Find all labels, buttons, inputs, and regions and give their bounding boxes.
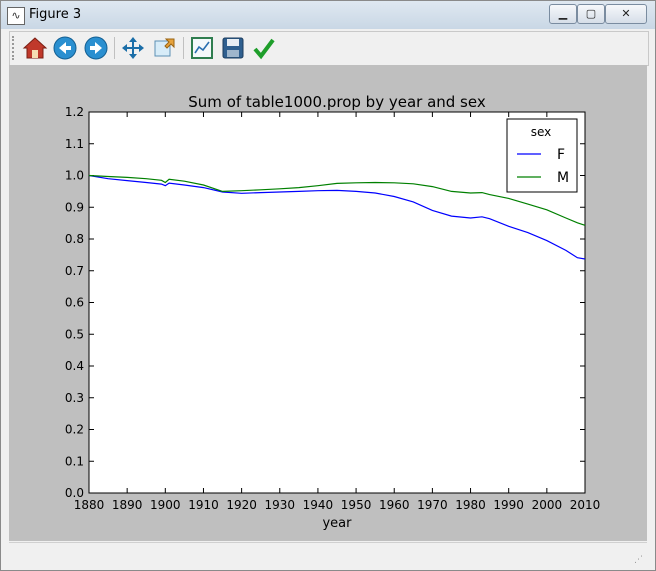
home-button[interactable] — [22, 35, 48, 61]
legend-label-M: M — [557, 170, 569, 186]
y-tick-label: 0.0 — [65, 486, 84, 500]
figure-window: ∿ Figure 3 ▁ ▢ ✕ Sum of table1000.prop b… — [0, 0, 656, 571]
forward-button[interactable] — [83, 35, 109, 61]
y-tick-label: 0.4 — [65, 359, 84, 373]
arrow-right-icon — [84, 36, 108, 60]
minimize-icon: ▁ — [558, 7, 568, 20]
x-tick-label: 1890 — [112, 498, 143, 512]
arrow-left-icon — [53, 36, 77, 60]
edit-button[interactable] — [251, 35, 277, 61]
toolbar-grip[interactable] — [12, 36, 17, 60]
y-tick-label: 0.7 — [65, 264, 84, 278]
status-bar: ⋰ — [9, 542, 647, 567]
back-button[interactable] — [52, 35, 78, 61]
title-bar[interactable]: ∿ Figure 3 ▁ ▢ ✕ — [1, 1, 655, 29]
resize-grip-icon[interactable]: ⋰ — [634, 555, 643, 565]
x-tick-label: 1930 — [264, 498, 295, 512]
y-tick-label: 0.8 — [65, 232, 84, 246]
y-tick-label: 0.1 — [65, 454, 84, 468]
zoom-rect-icon — [154, 38, 175, 57]
pan-button[interactable] — [120, 35, 146, 61]
subplots-icon — [191, 37, 213, 59]
y-tick-label: 1.0 — [65, 169, 84, 183]
save-button[interactable] — [220, 35, 246, 61]
matplotlib-icon: ∿ — [7, 7, 25, 25]
y-tick-label: 0.9 — [65, 200, 84, 214]
x-tick-label: 1970 — [417, 498, 448, 512]
x-tick-label: 1980 — [455, 498, 486, 512]
legend-title: sex — [531, 125, 552, 139]
minimize-button[interactable]: ▁ — [549, 4, 577, 24]
zoom-button[interactable] — [152, 35, 178, 61]
y-tick-label: 0.2 — [65, 423, 84, 437]
checkmark-icon — [253, 38, 275, 60]
move-arrows-icon — [122, 37, 144, 59]
subplots-button[interactable] — [189, 35, 215, 61]
y-tick-label: 0.6 — [65, 296, 84, 310]
x-tick-label: 1880 — [74, 498, 105, 512]
x-tick-label: 1950 — [341, 498, 372, 512]
y-tick-label: 1.2 — [65, 105, 84, 119]
x-tick-label: 1990 — [493, 498, 524, 512]
toolbar-separator — [183, 37, 184, 59]
save-disk-icon — [222, 37, 244, 59]
close-button[interactable]: ✕ — [605, 4, 647, 24]
x-tick-label: 1940 — [303, 498, 334, 512]
chart-svg: Sum of table1000.prop by year and sex ye… — [65, 93, 601, 531]
figure-canvas[interactable]: Sum of table1000.prop by year and sex ye… — [9, 65, 647, 541]
x-tick-label: 1910 — [188, 498, 219, 512]
maximize-button[interactable]: ▢ — [577, 4, 605, 24]
legend: sex F M — [506, 118, 578, 193]
x-tick-label: 1960 — [379, 498, 410, 512]
home-icon — [22, 37, 48, 59]
x-tick-label: 2000 — [532, 498, 563, 512]
y-tick-label: 0.5 — [65, 327, 84, 341]
close-icon: ✕ — [621, 7, 631, 20]
x-tick-label: 1900 — [150, 498, 181, 512]
x-axis-label: year — [322, 516, 352, 531]
toolbar-separator — [114, 37, 115, 59]
y-tick-label: 1.1 — [65, 137, 84, 151]
x-tick-label: 2010 — [570, 498, 601, 512]
maximize-icon: ▢ — [585, 7, 597, 20]
window-title: Figure 3 — [29, 7, 82, 22]
x-tick-label: 1920 — [226, 498, 257, 512]
y-tick-label: 0.3 — [65, 391, 84, 405]
legend-label-F: F — [557, 147, 565, 163]
chart-title: Sum of table1000.prop by year and sex — [188, 93, 486, 111]
navigation-toolbar — [9, 31, 649, 66]
